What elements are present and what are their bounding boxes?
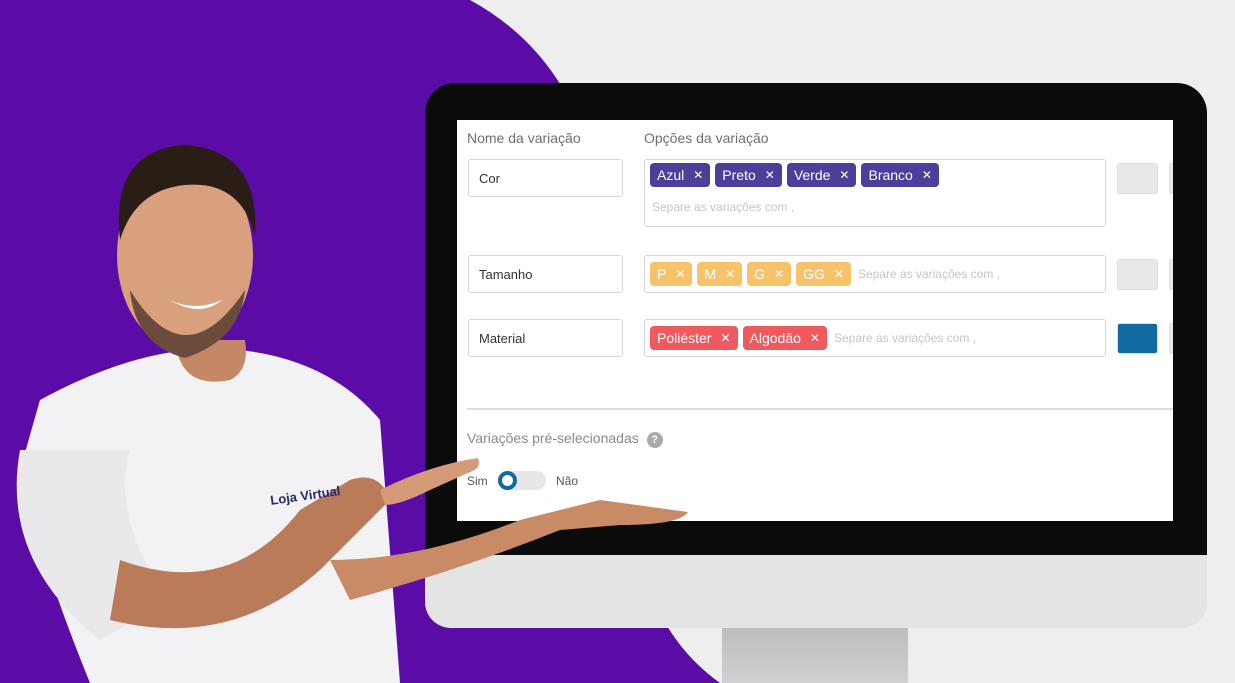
option-tag: Branco ✕ xyxy=(861,163,939,187)
option-tag-label: Preto xyxy=(722,167,756,183)
option-tag-label: GG xyxy=(803,266,825,282)
remove-tag-icon[interactable]: ✕ xyxy=(810,331,820,345)
option-tag-label: Algodão xyxy=(749,330,801,346)
option-tag: Preto ✕ xyxy=(715,163,782,187)
remove-tag-icon[interactable]: ✕ xyxy=(922,168,932,182)
presenter-person: Loja Virtual xyxy=(0,0,720,683)
variation-action-button[interactable] xyxy=(1117,323,1158,354)
variation-secondary-button[interactable] xyxy=(1169,259,1173,290)
variation-secondary-button[interactable] xyxy=(1169,163,1173,194)
option-tag-label: G xyxy=(754,266,766,282)
option-tag: Verde ✕ xyxy=(786,163,857,187)
option-tag: GG ✕ xyxy=(796,262,851,286)
option-tag: G ✕ xyxy=(747,262,792,286)
remove-tag-icon[interactable]: ✕ xyxy=(834,267,844,281)
remove-tag-icon[interactable]: ✕ xyxy=(765,168,775,182)
variation-action-button[interactable] xyxy=(1117,163,1158,194)
remove-tag-icon[interactable]: ✕ xyxy=(839,168,849,182)
option-tag: Algodão ✕ xyxy=(742,326,827,350)
remove-tag-icon[interactable]: ✕ xyxy=(720,331,730,345)
options-placeholder[interactable]: Separe as variações com , xyxy=(856,265,1002,283)
variation-secondary-button[interactable] xyxy=(1169,323,1173,354)
remove-tag-icon[interactable]: ✕ xyxy=(725,267,735,281)
presenter-illustration xyxy=(16,145,688,683)
variation-action-button[interactable] xyxy=(1117,259,1158,290)
option-tag-label: Branco xyxy=(868,167,913,183)
options-placeholder[interactable]: Separe as variações com , xyxy=(832,329,978,347)
remove-tag-icon[interactable]: ✕ xyxy=(774,267,784,281)
option-tag-label: Verde xyxy=(793,167,831,183)
monitor-stand xyxy=(722,628,908,683)
